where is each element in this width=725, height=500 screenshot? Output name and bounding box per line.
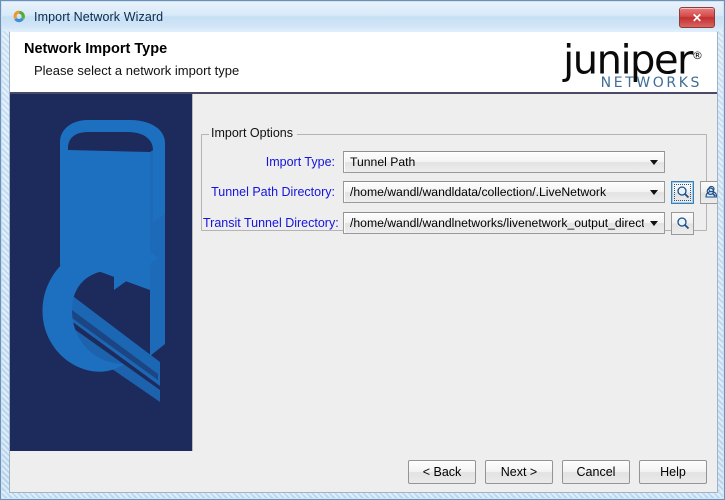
- wizard-window: Import Network Wizard ✕ Network Import T…: [0, 0, 725, 500]
- window-frame-left: [2, 31, 9, 498]
- tunnel-path-directory-value: /home/wandl/wandldata/collection/.LiveNe…: [350, 185, 607, 199]
- cancel-button[interactable]: Cancel: [562, 459, 630, 484]
- wizard-banner: Network Import Type Please select a netw…: [10, 32, 717, 94]
- transit-tunnel-directory-combo[interactable]: /home/wandl/wandlnetworks/livenetwork_ou…: [343, 212, 665, 234]
- import-type-combo[interactable]: Tunnel Path: [343, 151, 665, 173]
- window-title: Import Network Wizard: [34, 10, 164, 24]
- transit-tunnel-browse-button[interactable]: [671, 211, 694, 235]
- main-panel: Import Options Import Type: Tunnel Path …: [10, 94, 717, 492]
- back-button[interactable]: < Back: [408, 459, 476, 484]
- magnifier-group-icon: [705, 185, 717, 198]
- wandl-swirl-icon: [11, 9, 27, 25]
- import-options-legend: Import Options: [209, 126, 297, 140]
- chevron-down-icon[interactable]: [644, 152, 664, 172]
- transit-tunnel-directory-value: /home/wandl/wandlnetworks/livenetwork_ou…: [350, 216, 644, 230]
- import-type-row: Import Type: Tunnel Path: [203, 151, 665, 173]
- wizard-sidebar: [10, 94, 192, 454]
- chevron-down-icon[interactable]: [644, 213, 664, 233]
- import-type-label: Import Type:: [265, 155, 335, 169]
- tunnel-path-directory-label: Tunnel Path Directory:: [211, 185, 335, 199]
- magnifier-icon: [676, 217, 689, 230]
- client-area: Network Import Type Please select a netw…: [9, 32, 718, 493]
- tunnel-path-browse-button[interactable]: [671, 180, 694, 204]
- tunnel-path-group-browse-button[interactable]: [700, 180, 717, 204]
- tunnel-path-directory-combo[interactable]: /home/wandl/wandldata/collection/.LiveNe…: [343, 181, 665, 203]
- page-subtitle: Please select a network import type: [34, 63, 240, 78]
- page-title: Network Import Type: [24, 41, 168, 57]
- registered-mark: ®: [692, 49, 703, 62]
- content-panel: Import Options Import Type: Tunnel Path …: [192, 94, 717, 492]
- chevron-down-icon[interactable]: [644, 182, 664, 202]
- help-button[interactable]: Help: [639, 459, 707, 484]
- magnifier-icon: [676, 186, 689, 199]
- next-button[interactable]: Next >: [485, 459, 553, 484]
- transit-tunnel-directory-label: Transit Tunnel Directory:: [203, 216, 339, 230]
- title-bar[interactable]: Import Network Wizard ✕: [2, 2, 723, 32]
- import-type-value: Tunnel Path: [350, 155, 416, 169]
- transit-tunnel-directory-row: Transit Tunnel Directory: /home/wandl/wa…: [203, 211, 694, 235]
- juniper-logo: juniper® NETWORKS: [493, 34, 703, 91]
- wizard-button-bar: < Back Next > Cancel Help: [10, 451, 717, 492]
- close-icon[interactable]: ✕: [679, 7, 715, 28]
- tunnel-path-directory-row: Tunnel Path Directory: /home/wandl/wandl…: [203, 180, 717, 204]
- juniper-networks-subtext: NETWORKS: [600, 75, 702, 91]
- isometric-monitor-refresh-illustration: [10, 94, 192, 454]
